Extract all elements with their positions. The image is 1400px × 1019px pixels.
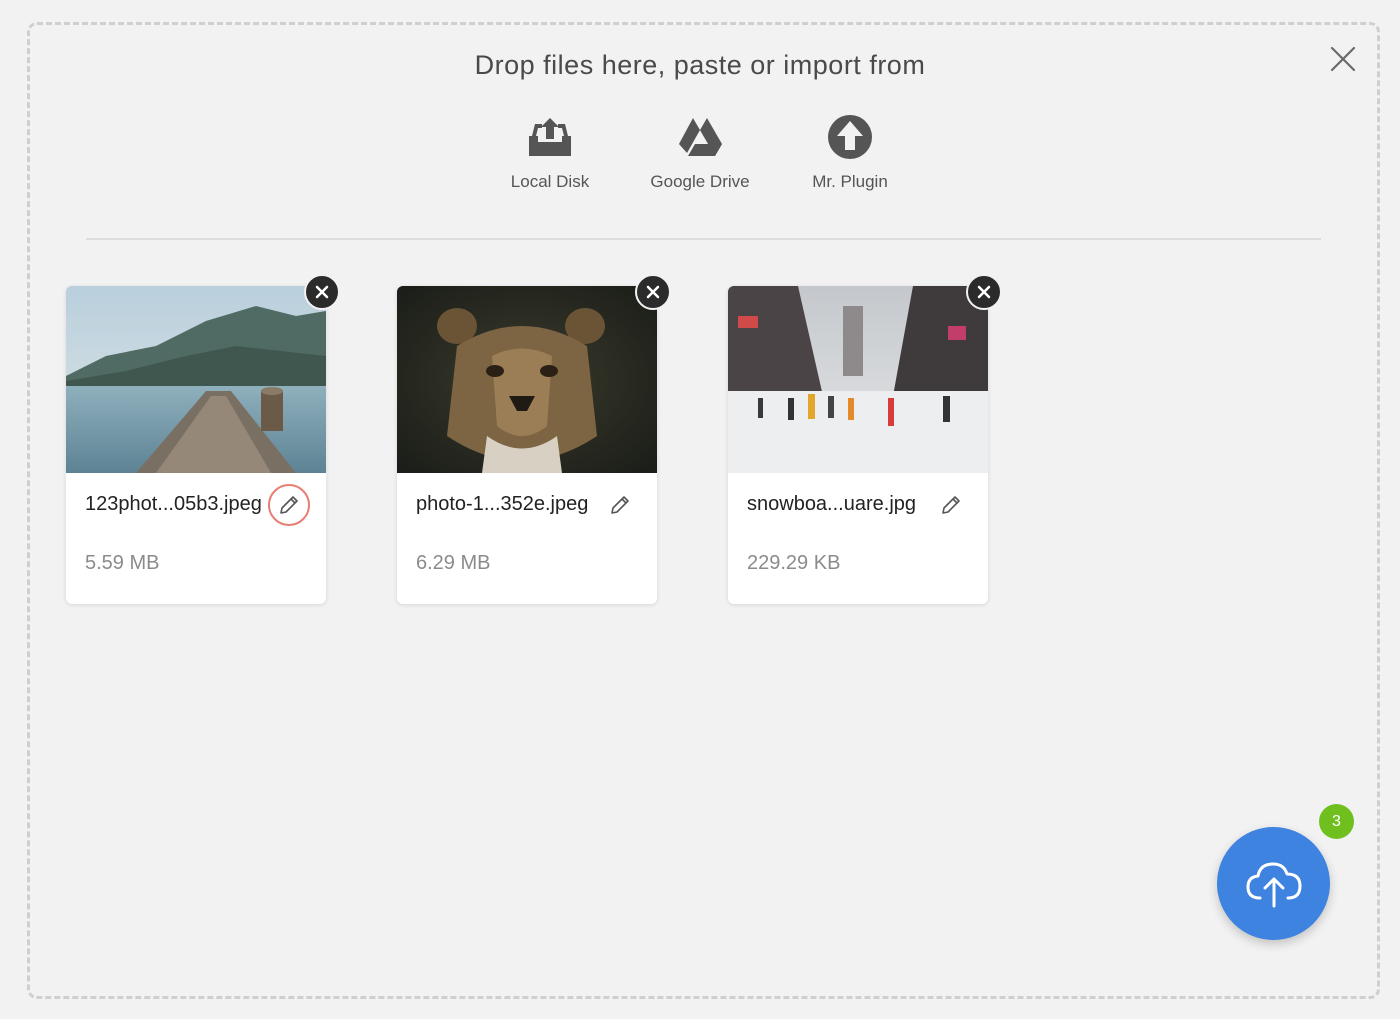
upload-button[interactable] bbox=[1217, 827, 1330, 940]
source-mr-plugin-label: Mr. Plugin bbox=[812, 172, 888, 191]
upload-arrow-icon bbox=[828, 115, 872, 159]
file-size: 6.29 MB bbox=[416, 552, 491, 574]
file-thumbnail bbox=[397, 286, 657, 473]
file-thumbnail bbox=[728, 286, 988, 473]
file-size: 5.59 MB bbox=[85, 552, 160, 574]
file-thumbnail bbox=[66, 286, 326, 473]
pencil-icon bbox=[611, 496, 629, 514]
close-icon bbox=[646, 285, 660, 299]
remove-file-button[interactable] bbox=[635, 274, 671, 310]
file-card: 123phot...05b3.jpeg 5.59 MB bbox=[66, 274, 340, 604]
source-google-drive[interactable]: Google Drive bbox=[625, 112, 775, 192]
file-name: 123phot...05b3.jpeg bbox=[85, 493, 262, 515]
close-icon bbox=[977, 285, 991, 299]
import-sources: Local Disk Google Drive Mr. Plugin bbox=[0, 112, 1400, 192]
close-icon bbox=[315, 285, 329, 299]
source-local-disk[interactable]: Local Disk bbox=[475, 112, 625, 192]
file-card: snowboa...uare.jpg 229.29 KB bbox=[728, 274, 1002, 604]
edit-file-button[interactable] bbox=[268, 484, 310, 526]
file-name: photo-1...352e.jpeg bbox=[416, 493, 589, 515]
cloud-upload-icon bbox=[1246, 862, 1301, 907]
file-name: snowboa...uare.jpg bbox=[747, 493, 917, 515]
local-disk-icon bbox=[529, 118, 571, 156]
pencil-icon bbox=[942, 496, 960, 514]
file-size: 229.29 KB bbox=[747, 552, 841, 574]
source-mr-plugin[interactable]: Mr. Plugin bbox=[775, 112, 925, 192]
file-count-badge: 3 bbox=[1319, 804, 1354, 839]
remove-file-button[interactable] bbox=[304, 274, 340, 310]
dropzone-heading: Drop files here, paste or import from bbox=[474, 50, 926, 80]
file-card: photo-1...352e.jpeg 6.29 MB bbox=[397, 274, 671, 604]
edit-file-button[interactable] bbox=[930, 484, 972, 526]
edit-file-button[interactable] bbox=[599, 484, 641, 526]
source-google-drive-label: Google Drive bbox=[650, 172, 750, 191]
divider bbox=[86, 238, 1321, 240]
pencil-icon bbox=[280, 496, 298, 514]
google-drive-icon bbox=[679, 118, 722, 156]
remove-file-button[interactable] bbox=[966, 274, 1002, 310]
source-local-disk-label: Local Disk bbox=[510, 172, 590, 191]
